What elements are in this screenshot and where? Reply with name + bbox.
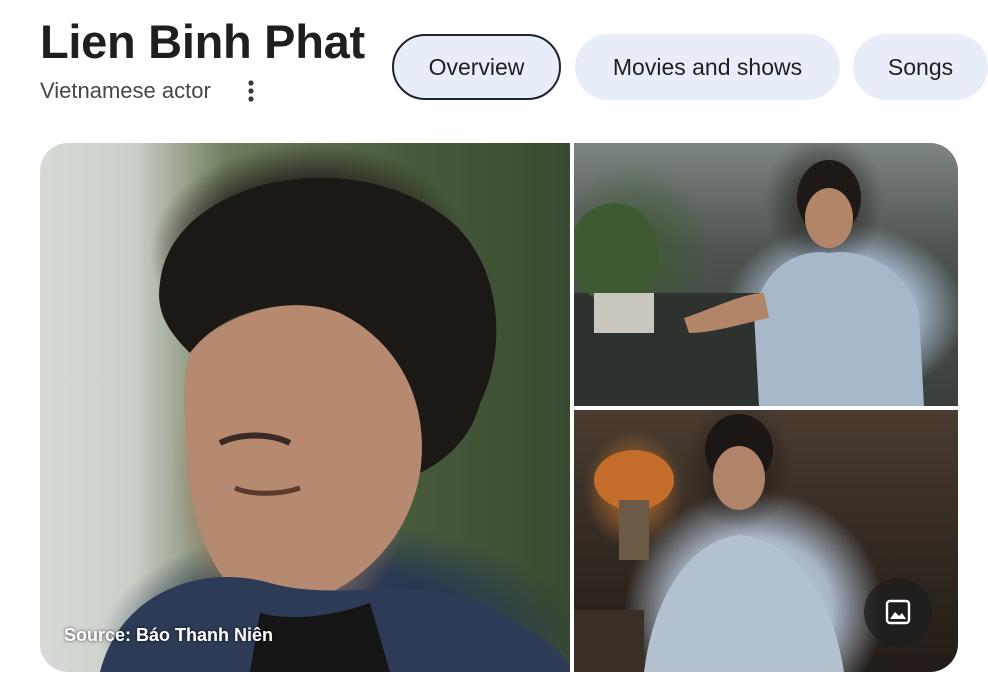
view-images-button[interactable] — [864, 578, 932, 646]
more-vert-icon — [248, 80, 254, 102]
entity-subtitle: Vietnamese actor — [40, 78, 211, 103]
secondary-photo-top[interactable] — [574, 143, 958, 406]
entity-title: Lien Binh Phat — [40, 15, 365, 68]
tab-songs[interactable]: Songs — [853, 34, 988, 100]
tab-movies-and-shows[interactable]: Movies and shows — [575, 34, 840, 100]
more-options-button[interactable] — [236, 76, 266, 106]
portrait-figure — [100, 177, 570, 672]
image-source-caption: Source: Báo Thanh Niên — [64, 625, 274, 645]
image-icon — [885, 599, 911, 625]
secondary-photo-bottom[interactable] — [574, 410, 958, 672]
image-gallery: Source: Báo Thanh Niên — [40, 143, 958, 672]
seated-figure — [574, 160, 924, 406]
tab-overview[interactable]: Overview — [392, 34, 561, 100]
main-photo[interactable]: Source: Báo Thanh Niên — [40, 143, 570, 672]
